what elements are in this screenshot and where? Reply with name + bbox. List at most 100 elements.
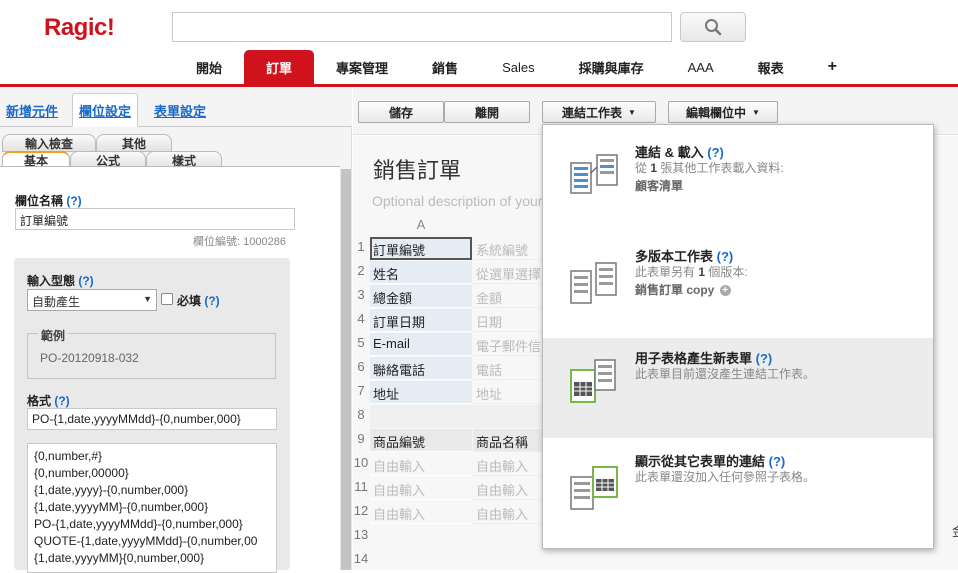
format-input[interactable]: PO-{1,date,yyyyMMdd}-{0,number,000}	[27, 408, 277, 430]
required-help[interactable]: (?)	[204, 294, 219, 308]
cell-subtable[interactable]: 自由輸入	[370, 453, 472, 476]
search-button[interactable]	[680, 12, 746, 42]
cell-field-name[interactable]: 地址	[370, 381, 472, 404]
version-sheet-name[interactable]: 銷售訂單 copy +	[635, 281, 731, 298]
cell-field-name[interactable]: 訂單日期	[370, 309, 472, 332]
menu-item-title: 多版本工作表	[635, 249, 714, 264]
cell-subtable[interactable]: 自由輸入	[473, 501, 543, 524]
cell-field-type[interactable]: 地址	[473, 381, 543, 404]
cell-subtable[interactable]: 自由輸入	[370, 477, 472, 500]
link-sheet-dropdown: 連結 & 載入 (?) 從 1 張其他工作表載入資料: 顧客清單 多版本工作表 …	[542, 124, 934, 549]
cell-field-type[interactable]: 電話	[473, 357, 543, 380]
nav-tab-start[interactable]: 開始	[174, 50, 244, 84]
cell-subtable-header[interactable]: 商品名稱	[473, 429, 543, 452]
cell-subtable[interactable]: 自由輸入	[473, 477, 543, 500]
cell-field-name[interactable]: E-mail	[370, 333, 472, 356]
field-id-caption: 欄位編號: 1000286	[193, 236, 286, 248]
row-number: 5	[357, 335, 365, 350]
format-option[interactable]: {0,number,00000}	[34, 465, 270, 482]
row-number: 6	[357, 359, 365, 374]
nav-tab-orders[interactable]: 訂單	[244, 50, 315, 84]
format-help[interactable]: (?)	[54, 394, 69, 408]
nav-tab-sales-zh[interactable]: 銷售	[410, 50, 480, 84]
subtab-other[interactable]: 其他	[96, 134, 172, 152]
plus-circle-icon[interactable]: +	[719, 285, 731, 297]
multi-version-icon	[570, 262, 617, 304]
cell-field-type[interactable]: 系統編號	[473, 237, 543, 260]
nav-tab-sales[interactable]: Sales	[480, 50, 557, 84]
cell-subtable[interactable]: 自由輸入	[370, 501, 472, 524]
row-number: 4	[357, 311, 365, 326]
field-name-input[interactable]: 訂單編號	[15, 208, 295, 230]
menu-item-title: 連結 & 載入	[635, 145, 704, 160]
format-option[interactable]: {1,date,yyyy}-{0,number,000}	[34, 482, 270, 499]
format-option[interactable]: {1,date,yyyyMM}-{0,number,000}	[34, 499, 270, 516]
tab-field-settings[interactable]: 欄位設定	[72, 93, 139, 127]
help-link[interactable]: (?)	[717, 249, 734, 264]
cell-field-type[interactable]: 從選單選擇	[473, 261, 543, 284]
linked-sheet-name[interactable]: 顧客清單	[635, 177, 683, 194]
caret-down-icon: ▼	[628, 107, 636, 117]
cell-subtable[interactable]: 自由輸入	[473, 453, 543, 476]
save-button[interactable]: 儲存	[358, 101, 444, 123]
tab-add-component[interactable]: 新增元件	[0, 93, 64, 127]
left-panel-scrollbar[interactable]	[340, 169, 352, 570]
example-value: PO-20120918-032	[40, 351, 139, 365]
format-options-list[interactable]: {0,number,#} {0,number,00000} {1,date,yy…	[27, 443, 277, 573]
scrollbar-thumb[interactable]	[341, 169, 351, 570]
help-link[interactable]: (?)	[707, 145, 724, 160]
leave-button[interactable]: 離開	[444, 101, 530, 123]
menu-item-multi-version[interactable]: 多版本工作表 (?) 此表單另有 1 個版本: 銷售訂單 copy +	[543, 233, 933, 333]
menu-item-desc: 此表單目前還沒產生連結工作表。	[635, 367, 816, 381]
input-type-help[interactable]: (?)	[78, 274, 93, 288]
menu-item-incoming-links[interactable]: 顯示從其它表單的連結 (?) 此表單還沒加入任何參照子表格。	[543, 441, 933, 541]
field-name-label: 欄位名稱 (?)	[15, 194, 82, 208]
help-link[interactable]: (?)	[756, 351, 773, 366]
nav-tab-add[interactable]: +	[806, 50, 859, 84]
cell-field-type[interactable]: 日期	[473, 309, 543, 332]
format-option[interactable]: {1,date,yyyyMM}{0,number,000}	[34, 550, 270, 567]
cell-field-name[interactable]: 聯絡電話	[370, 357, 472, 380]
nav-tab-aaa[interactable]: AAA	[666, 50, 736, 84]
cell-field-type[interactable]: 電子郵件信	[473, 333, 543, 356]
left-panel-tabs: 新增元件 欄位設定 表單設定	[0, 87, 352, 127]
empty-row[interactable]	[370, 405, 543, 428]
menu-item-title: 顯示從其它表單的連結	[635, 454, 766, 469]
input-type-label: 輸入型態 (?)	[27, 274, 94, 288]
row-number: 13	[353, 527, 369, 542]
menu-item-link-load[interactable]: 連結 & 載入 (?) 從 1 張其他工作表載入資料: 顧客清單	[543, 133, 933, 233]
nav-tab-projects[interactable]: 專案管理	[314, 50, 410, 84]
row-number: 8	[357, 407, 365, 422]
tab-form-settings[interactable]: 表單設定	[148, 93, 212, 127]
row-number: 7	[357, 383, 365, 398]
cell-subtable-header[interactable]: 商品編號	[370, 429, 472, 452]
link-sheet-button[interactable]: 連結工作表 ▼	[542, 101, 656, 123]
cell-field-name[interactable]: 姓名	[370, 261, 472, 284]
menu-item-desc: 此表單還沒加入任何參照子表格。	[635, 470, 816, 484]
help-link[interactable]: (?)	[769, 454, 786, 469]
subtable-form-icon	[570, 359, 616, 403]
menu-item-subtable-form[interactable]: 用子表格產生新表單 (?) 此表單目前還沒產生連結工作表。	[543, 338, 933, 438]
format-option[interactable]: QUOTE-{1,date,yyyyMMdd}-{0,number,00	[34, 533, 270, 550]
subtab-validation[interactable]: 輸入檢查	[2, 134, 96, 152]
logo[interactable]: Ragic!	[44, 14, 115, 42]
field-name-help[interactable]: (?)	[66, 194, 81, 208]
search-input[interactable]	[172, 12, 672, 42]
cell-field-name[interactable]: 訂單編號	[370, 237, 472, 260]
menu-item-desc: 從 1 張其他工作表載入資料:	[635, 161, 784, 175]
caret-down-icon: ▼	[752, 107, 760, 117]
sheet-description[interactable]: Optional description of your	[372, 193, 542, 209]
required-checkbox[interactable]	[161, 293, 173, 305]
link-load-icon	[570, 154, 618, 194]
nav-tab-purchasing[interactable]: 採購與庫存	[557, 50, 666, 84]
edit-field-button[interactable]: 編輯欄位中 ▼	[668, 101, 778, 123]
nav-tab-reports[interactable]: 報表	[736, 50, 806, 84]
format-option[interactable]: {0,number,#}	[34, 448, 270, 465]
column-header-a[interactable]: A	[370, 215, 472, 235]
cell-field-name[interactable]: 總金額	[370, 285, 472, 308]
search-icon	[705, 19, 722, 36]
input-type-select[interactable]: 自動產生 ▼	[27, 289, 157, 311]
cell-field-type[interactable]: 金額	[473, 285, 543, 308]
sheet-title[interactable]: 銷售訂單	[373, 153, 461, 185]
format-option[interactable]: PO-{1,date,yyyyMMdd}-{0,number,000}	[34, 516, 270, 533]
